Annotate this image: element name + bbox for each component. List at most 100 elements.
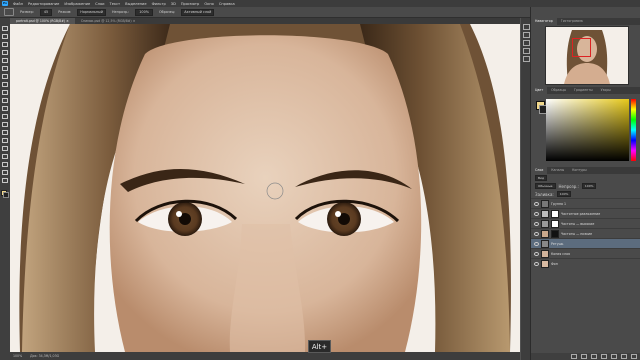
layer-thumbnail xyxy=(541,219,549,228)
eye-icon[interactable] xyxy=(534,201,539,206)
menu-view[interactable]: Просмотр xyxy=(181,2,199,6)
layer-thumbnail xyxy=(541,229,549,238)
size-field[interactable]: 45 xyxy=(39,8,53,16)
tab-gradients[interactable]: Градиенты xyxy=(570,87,597,94)
navigator-thumbnail[interactable] xyxy=(545,26,629,85)
history-icon[interactable] xyxy=(523,24,530,30)
move-tool[interactable] xyxy=(2,26,8,31)
path-select-tool[interactable] xyxy=(2,154,8,159)
tab-color[interactable]: Цвет xyxy=(531,87,548,94)
tab-navigator[interactable]: Навигатор xyxy=(531,18,557,25)
tab-patterns[interactable]: Узоры xyxy=(597,87,615,94)
layer-name: Фон xyxy=(551,261,558,266)
dodge-tool[interactable] xyxy=(2,130,8,135)
color-panel: Цвет Образцы Градиенты Узоры xyxy=(531,87,640,165)
link-layers-icon[interactable] xyxy=(571,354,577,359)
eye-icon[interactable] xyxy=(534,241,539,246)
menu-3d[interactable]: 3D xyxy=(171,2,176,6)
zoom-readout[interactable]: 100% xyxy=(13,354,22,358)
layer-thumbnail xyxy=(541,249,549,258)
blend-mode-select[interactable]: Обычные xyxy=(535,183,556,189)
menu-type[interactable]: Текст xyxy=(110,2,121,6)
size-label: Размер: xyxy=(20,10,34,14)
mode-select[interactable]: Нормальный xyxy=(77,8,106,16)
paragraph-icon[interactable] xyxy=(523,56,530,62)
layer-row[interactable]: Частоты — низкие xyxy=(531,228,640,238)
crop-tool[interactable] xyxy=(2,58,8,63)
eyedropper-tool[interactable] xyxy=(2,66,8,71)
layer-row-selected[interactable]: Ретушь xyxy=(531,238,640,248)
properties-icon[interactable] xyxy=(523,32,530,38)
menu-window[interactable]: Окно xyxy=(204,2,214,6)
layers-panel: Слои Каналы Контуры Вид Обычные Непрозр.… xyxy=(531,167,640,360)
menu-file[interactable]: Файл xyxy=(13,2,23,6)
layer-opacity-field[interactable]: 100% xyxy=(581,183,597,189)
menu-image[interactable]: Изображение xyxy=(64,2,90,6)
menu-edit[interactable]: Редактирование xyxy=(28,2,59,6)
tab-swatches[interactable]: Образцы xyxy=(547,87,570,94)
eraser-tool[interactable] xyxy=(2,106,8,111)
fx-icon[interactable] xyxy=(581,354,587,359)
eye-icon[interactable] xyxy=(534,221,539,226)
type-tool[interactable] xyxy=(2,146,8,151)
color-picker-field[interactable] xyxy=(546,99,629,161)
layer-row[interactable]: Частотное разложение xyxy=(531,208,640,218)
layer-thumbnail xyxy=(541,209,549,218)
shape-tool[interactable] xyxy=(2,162,8,167)
tab-channels[interactable]: Каналы xyxy=(547,167,568,174)
layer-row[interactable]: Копия слоя xyxy=(531,248,640,258)
healing-tool[interactable] xyxy=(2,74,8,79)
path-select-icon xyxy=(2,154,8,159)
photoshop-logo-icon[interactable]: Ps xyxy=(2,1,8,6)
new-layer-icon[interactable] xyxy=(621,354,627,359)
menu-help[interactable]: Справка xyxy=(219,2,235,6)
layer-opacity-label: Непрозр.: xyxy=(558,183,579,189)
navigator-view-box[interactable] xyxy=(572,38,591,57)
type-icon xyxy=(2,146,8,151)
new-group-icon[interactable] xyxy=(611,354,617,359)
move-icon xyxy=(2,26,8,31)
pen-tool[interactable] xyxy=(2,138,8,143)
opacity-field[interactable]: 100% xyxy=(135,8,153,16)
quick-select-tool[interactable] xyxy=(2,50,8,55)
lasso-tool[interactable] xyxy=(2,42,8,47)
current-tool-icon[interactable] xyxy=(4,8,14,16)
sample-select[interactable]: Активный слой xyxy=(181,8,215,16)
history-brush-tool[interactable] xyxy=(2,98,8,103)
eye-icon[interactable] xyxy=(534,261,539,266)
hand-icon xyxy=(2,170,8,175)
character-icon[interactable] xyxy=(523,48,530,54)
layers-footer xyxy=(531,353,640,360)
layer-row[interactable]: Группа 1 xyxy=(531,198,640,208)
menu-select[interactable]: Выделение xyxy=(125,2,146,6)
layer-kind-select[interactable]: Вид xyxy=(535,175,548,181)
tab-paths[interactable]: Контуры xyxy=(568,167,591,174)
brush-tool[interactable] xyxy=(2,82,8,87)
clone-stamp-tool[interactable] xyxy=(2,90,8,95)
menu-layers[interactable]: Слои xyxy=(95,2,104,6)
eye-icon[interactable] xyxy=(534,251,539,256)
tab-layers[interactable]: Слои xyxy=(531,167,548,174)
adjustment-layer-icon[interactable] xyxy=(601,354,607,359)
background-color-swatch[interactable] xyxy=(3,192,9,198)
gradient-tool[interactable] xyxy=(2,114,8,119)
eye-icon[interactable] xyxy=(534,231,539,236)
layer-fill-field[interactable]: 100% xyxy=(556,191,572,197)
eye-icon[interactable] xyxy=(534,211,539,216)
status-bar: 100% Док: 34,3M/1,03G xyxy=(10,352,520,360)
blur-tool[interactable] xyxy=(2,122,8,127)
marquee-tool[interactable] xyxy=(2,34,8,39)
brushes-icon[interactable] xyxy=(523,40,530,46)
zoom-tool[interactable] xyxy=(2,178,8,183)
hand-tool[interactable] xyxy=(2,170,8,175)
layer-mask-thumbnail xyxy=(551,219,559,228)
add-mask-icon[interactable] xyxy=(591,354,597,359)
document-canvas[interactable] xyxy=(10,24,520,352)
tab-histogram[interactable]: Гистограмма xyxy=(557,18,587,25)
layer-row[interactable]: Фон xyxy=(531,258,640,268)
hue-slider[interactable] xyxy=(631,99,636,161)
portrait-image xyxy=(10,24,520,352)
layer-row[interactable]: Частоты — высокие xyxy=(531,218,640,228)
trash-icon[interactable] xyxy=(631,354,637,359)
menu-filter[interactable]: Фильтр xyxy=(152,2,166,6)
